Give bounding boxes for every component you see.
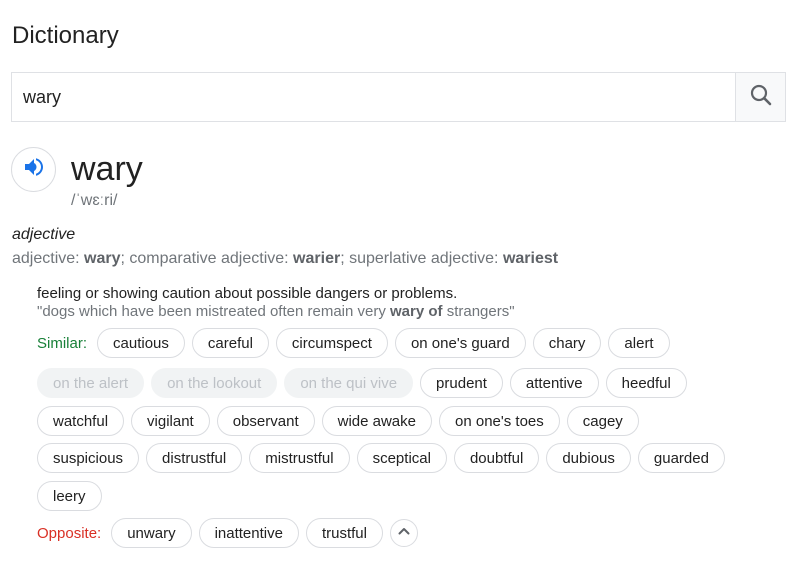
similar-row-5: leery	[37, 481, 109, 511]
synonym-chip[interactable]: vigilant	[131, 406, 210, 436]
synonym-chip[interactable]: sceptical	[356, 443, 447, 473]
synonym-chip-disabled: on the lookout	[151, 368, 278, 398]
synonym-chip[interactable]: dubious	[546, 443, 631, 473]
antonym-chip[interactable]: unwary	[111, 518, 192, 548]
synonym-chip[interactable]: wide awake	[321, 406, 432, 436]
synonym-chip[interactable]: careful	[191, 328, 269, 358]
part-of-speech: adjective	[12, 226, 76, 243]
headword: wary	[71, 150, 143, 188]
phonetic-transcription: /ˈwɛːri/	[71, 192, 118, 209]
synonym-chip[interactable]: suspicious	[37, 443, 140, 473]
search-button[interactable]	[735, 73, 785, 121]
synonym-chip[interactable]: alert	[608, 328, 670, 358]
page-title: Dictionary	[12, 22, 119, 49]
synonym-chip[interactable]: observant	[216, 406, 315, 436]
synonym-chip[interactable]: watchful	[37, 406, 125, 436]
synonym-chip[interactable]: cagey	[566, 406, 639, 436]
similar-row-1: Similar: cautious careful circumspect on…	[37, 328, 677, 358]
similar-row-2: on the alert on the lookout on the qui v…	[37, 368, 694, 398]
speaker-icon	[22, 155, 46, 184]
definition: feeling or showing caution about possibl…	[37, 285, 458, 302]
search-input[interactable]	[12, 73, 735, 121]
antonym-chip[interactable]: inattentive	[198, 518, 299, 548]
synonym-chip[interactable]: leery	[37, 481, 102, 511]
word-forms: adjective: wary; comparative adjective: …	[12, 250, 559, 267]
synonym-chip-disabled: on the alert	[37, 368, 145, 398]
search-icon	[749, 83, 773, 112]
synonym-chip[interactable]: circumspect	[275, 328, 388, 358]
opposite-label: Opposite:	[37, 524, 102, 542]
example-sentence: "dogs which have been mistreated often r…	[37, 303, 515, 320]
synonym-chip[interactable]: cautious	[97, 328, 185, 358]
opposite-row: Opposite: unwary inattentive trustful	[37, 518, 418, 548]
similar-row-3: watchful vigilant observant wide awake o…	[37, 406, 646, 436]
chevron-up-icon	[397, 524, 411, 543]
similar-label: Similar:	[37, 334, 88, 352]
similar-row-4: suspicious distrustful mistrustful scept…	[37, 443, 732, 473]
synonym-chip[interactable]: doubtful	[453, 443, 540, 473]
antonym-chip[interactable]: trustful	[305, 518, 383, 548]
synonym-chip-disabled: on the qui vive	[284, 368, 414, 398]
collapse-button[interactable]	[389, 519, 418, 547]
synonym-chip[interactable]: on one's toes	[439, 406, 560, 436]
synonym-chip[interactable]: prudent	[420, 368, 503, 398]
pronunciation-button[interactable]	[11, 147, 56, 192]
synonym-chip[interactable]: on one's guard	[394, 328, 526, 358]
synonym-chip[interactable]: attentive	[509, 368, 599, 398]
synonym-chip[interactable]: distrustful	[146, 443, 243, 473]
synonym-chip[interactable]: heedful	[605, 368, 687, 398]
synonym-chip[interactable]: guarded	[637, 443, 725, 473]
search-box	[11, 72, 786, 122]
synonym-chip[interactable]: mistrustful	[249, 443, 350, 473]
synonym-chip[interactable]: chary	[532, 328, 602, 358]
